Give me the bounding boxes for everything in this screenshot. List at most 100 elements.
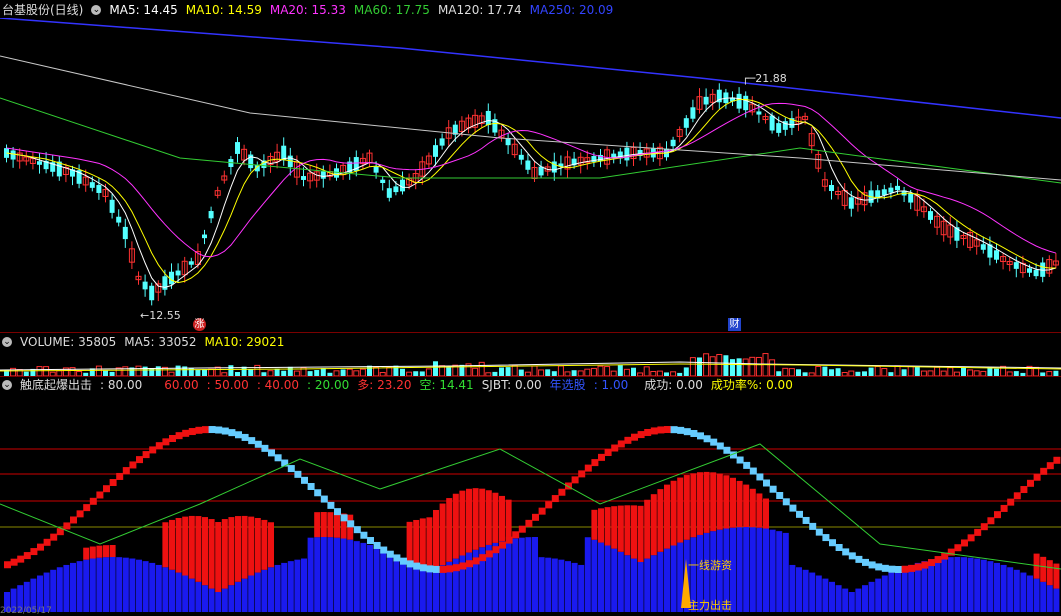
blue-bar	[254, 572, 261, 612]
blue-bar	[182, 575, 189, 612]
blue-bar	[499, 541, 505, 612]
blue-bar	[578, 564, 585, 612]
ma60-value: MA60: 17.75	[353, 3, 430, 17]
indicator-chart[interactable]	[0, 394, 1061, 612]
oscillator-step	[578, 470, 586, 478]
volume-bar	[511, 364, 518, 376]
oscillator-step	[235, 431, 242, 439]
volume-bar	[683, 367, 689, 376]
stock-name[interactable]: 台基股份(日线)	[2, 1, 83, 19]
red-bar	[406, 521, 413, 562]
red-bar	[683, 475, 690, 540]
oscillator-step	[466, 560, 473, 568]
volume-bar	[425, 368, 432, 376]
date-label: 2022/05/17	[0, 606, 52, 616]
candle-down	[393, 186, 399, 193]
oscillator-step	[4, 561, 11, 569]
blue-bar	[327, 537, 334, 612]
oscillator-step	[994, 511, 1001, 519]
oscillator-step	[637, 431, 645, 439]
candle-down	[776, 123, 782, 133]
chevron-down-icon[interactable]: ⌄	[2, 337, 12, 347]
red-bar	[459, 490, 466, 556]
oscillator-step	[320, 495, 328, 503]
oscillator-step	[136, 456, 143, 464]
oscillator-step	[202, 426, 209, 434]
blue-bar	[360, 542, 367, 612]
volume-bar	[274, 368, 280, 376]
candle-down	[485, 110, 491, 126]
badge-zhang[interactable]: 涨	[193, 318, 206, 331]
oscillator-step	[1033, 473, 1041, 481]
volume-bar	[43, 366, 50, 376]
oscillator-step	[710, 438, 718, 446]
oscillator-step	[439, 565, 447, 573]
blue-bar	[868, 581, 875, 612]
blue-bar	[380, 549, 387, 612]
volume-bar	[320, 368, 326, 376]
oscillator-step	[598, 453, 605, 461]
ma-line	[6, 97, 1057, 288]
red-bar	[650, 494, 657, 556]
chevron-down-icon[interactable]: ⌄	[2, 380, 12, 390]
oscillator-step	[301, 476, 308, 484]
oscillator-step	[17, 555, 25, 563]
candle-down	[908, 193, 914, 203]
oscillator-step	[512, 531, 520, 539]
oscillator-step	[37, 543, 44, 551]
volume-bar	[557, 365, 564, 376]
red-bar	[604, 507, 611, 546]
oscillator-step	[664, 426, 671, 434]
blue-bar	[169, 569, 175, 612]
red-bar	[103, 545, 109, 558]
red-bar	[89, 546, 96, 559]
ma-line	[6, 102, 1057, 258]
oscillator-step	[901, 565, 909, 573]
red-bar	[723, 475, 730, 529]
blue-bar	[763, 528, 769, 612]
blue-bar	[320, 537, 327, 612]
blue-bar	[584, 537, 591, 612]
oscillator-step	[23, 552, 31, 560]
ma250-value: MA250: 20.09	[529, 3, 614, 17]
red-bar	[446, 498, 453, 562]
blue-bar	[987, 561, 994, 612]
oscillator-step	[380, 546, 388, 554]
oscillator-step	[248, 437, 256, 445]
oscillator-step	[182, 429, 190, 437]
oscillator-step	[393, 554, 401, 562]
candle-down	[142, 281, 148, 290]
candle-down	[202, 234, 207, 239]
red-bar	[248, 516, 255, 576]
oscillator-step	[1040, 467, 1048, 475]
oscillator-step	[505, 536, 513, 544]
low-price-label: ←12.55	[140, 309, 181, 322]
oscillator-step	[954, 544, 962, 552]
blue-bar	[1053, 588, 1060, 612]
volume-bar	[749, 356, 756, 376]
oscillator-step	[347, 520, 355, 528]
price-chart[interactable]	[0, 18, 1061, 333]
oscillator-step	[294, 470, 302, 478]
oscillator-step	[683, 428, 691, 436]
blue-bar	[426, 572, 433, 612]
red-bar	[413, 519, 420, 566]
blue-bar	[129, 558, 136, 612]
oscillator-step	[736, 456, 744, 464]
volume-bar	[95, 365, 102, 376]
nianxian-value: 年选股: 1.00	[549, 378, 629, 392]
oscillator-step	[367, 537, 374, 545]
chevron-down-icon[interactable]: ⌄	[91, 5, 102, 15]
oscillator-step	[63, 522, 71, 530]
red-bar	[670, 480, 677, 546]
volume-bar	[359, 368, 366, 376]
blue-bar	[96, 557, 103, 612]
oscillator-step	[1000, 504, 1008, 512]
red-bar	[611, 506, 618, 549]
volume-bar	[643, 366, 650, 376]
blue-bar	[776, 531, 783, 612]
volume-chart[interactable]	[0, 350, 1061, 376]
volume-bar	[881, 368, 888, 376]
badge-cai[interactable]: 财	[728, 318, 741, 331]
oscillator-step	[842, 548, 850, 556]
